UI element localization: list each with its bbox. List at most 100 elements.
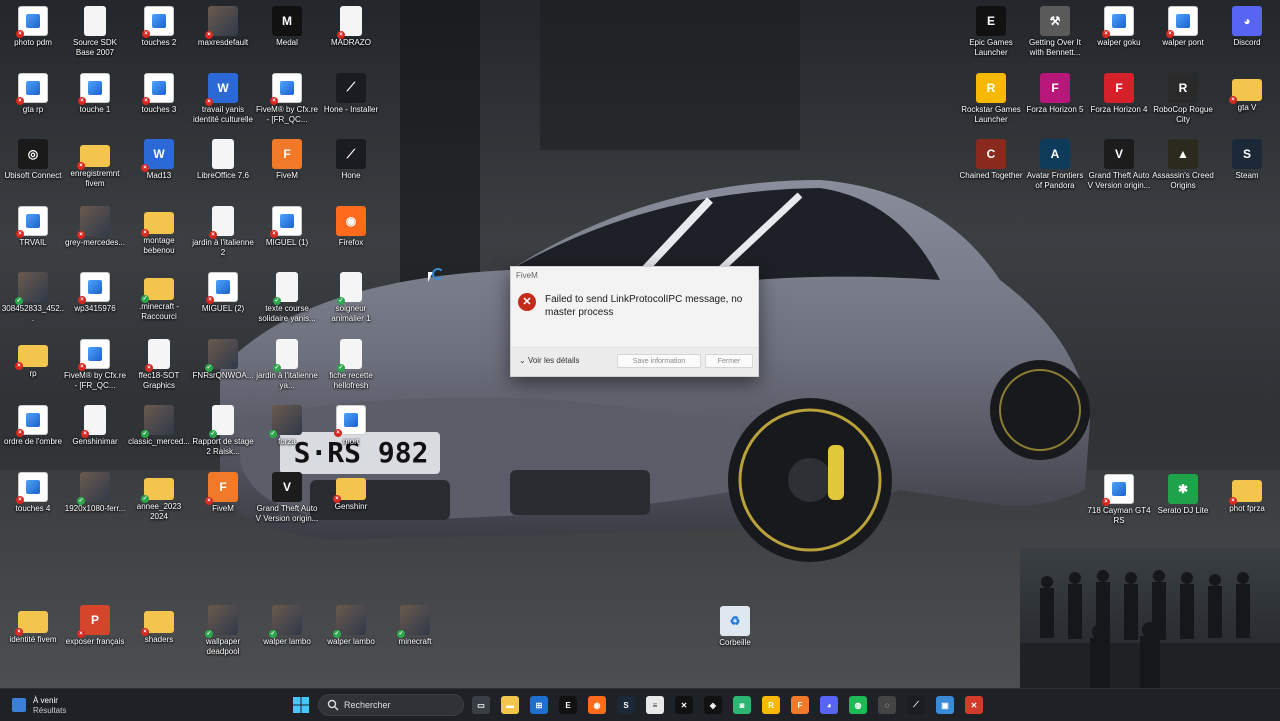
desktop-icon-ordre-de-l-ombre[interactable]: × ordre de l'ombre [0, 401, 66, 465]
taskbar-firefox-icon[interactable]: ◉ [588, 696, 606, 714]
desktop-icon-exposer-fran-ais[interactable]: P × exposer français [62, 601, 128, 665]
desktop-icon-genshinr[interactable]: × Genshinr [318, 468, 384, 532]
desktop-icon-label: MIGUEL (2) [201, 304, 245, 313]
desktop-icon-miguel-1[interactable]: × MIGUEL (1) [254, 202, 320, 266]
taskbar-steam-icon[interactable]: S [617, 696, 635, 714]
desktop-icon-mort[interactable]: × mort [318, 401, 384, 465]
desktop-icon-touche-1[interactable]: × touche 1 [62, 69, 128, 133]
desktop-icon-phot-fprza[interactable]: × phot fprza [1214, 470, 1280, 534]
desktop-icon-medal[interactable]: M Medal [254, 2, 320, 66]
desktop-icon-1920x1080-ferr[interactable]: ✓ 1920x1080-ferr... [62, 468, 128, 532]
taskbar-photos-icon[interactable]: ▣ [936, 696, 954, 714]
taskbar-epic-icon[interactable]: E [559, 696, 577, 714]
desktop-icon-soigneur-animalier-1[interactable]: ✓ soigneur animalier 1 [318, 268, 384, 332]
desktop-icon-grey-mercedes[interactable]: × grey-mercedes... [62, 202, 128, 266]
desktop-icon-fiche-recette-hellofresh[interactable]: ✓ fiche recette hellofresh [318, 335, 384, 399]
desktop-icon-assassin-s-creed-origins[interactable]: ▲ Assassin's Creed Origins [1150, 135, 1216, 199]
desktop-icon-avatar-frontiers-of-pandora[interactable]: A Avatar Frontiers of Pandora [1022, 135, 1088, 199]
save-information-button[interactable]: Save information [617, 354, 701, 368]
desktop-icon-ffec18-sot-graphics[interactable]: × ffec18-SOT Graphics [126, 335, 192, 399]
desktop-icon-photo-pdm[interactable]: × photo pdm [0, 2, 66, 66]
desktop-icon-hone[interactable]: ⟋ Hone [318, 135, 384, 199]
taskbar-task-view-icon[interactable]: ▭ [472, 696, 490, 714]
desktop-icon-texte-course-solidaire-yanis[interactable]: ✓ texte course solidaire yanis... [254, 268, 320, 332]
desktop-icon-montage-bebenou[interactable]: × montage bebenou [126, 202, 192, 266]
desktop-icon-308452833-452[interactable]: ✓ 308452833_452... [0, 268, 66, 332]
desktop-icon-shaders[interactable]: × shaders [126, 601, 192, 665]
desktop-icon-classic-merced[interactable]: ✓ classic_merced... [126, 401, 192, 465]
taskbar-store-icon[interactable]: ⊞ [530, 696, 548, 714]
desktop-icon-maxresdefault[interactable]: × maxresdefault [190, 2, 256, 66]
desktop-icon-robocop-rogue-city[interactable]: R RoboCop Rogue City [1150, 69, 1216, 133]
desktop-icon-718-cayman-gt4-rs[interactable]: × 718 Cayman GT4 RS [1086, 470, 1152, 534]
taskbar-spotify-icon[interactable]: ◍ [849, 696, 867, 714]
show-details-toggle[interactable]: ⌄ Voir les détails [519, 356, 580, 365]
desktop-icon-fnrsrqnwoa[interactable]: ✓ FNRsrQNWOA... [190, 335, 256, 399]
desktop-icon-mad13[interactable]: W × Mad13 [126, 135, 192, 199]
desktop-icon-walper-goku[interactable]: × walper goku [1086, 2, 1152, 66]
desktop-icon-chained-together[interactable]: C Chained Together [958, 135, 1024, 199]
desktop-icon-genshinimar[interactable]: × Genshinimar [62, 401, 128, 465]
desktop-icon-touches-3[interactable]: × touches 3 [126, 69, 192, 133]
desktop-icon-fivem-by-cfx-re-fr-qc[interactable]: × FiveM® by Cfx.re - [FR_QC... [62, 335, 128, 399]
widgets-button[interactable]: À venir Résultats [8, 694, 98, 718]
taskbar-search[interactable]: Rechercher [318, 694, 464, 716]
taskbar-discord-icon[interactable]: ◕ [820, 696, 838, 714]
desktop-icon-fivem[interactable]: F × FiveM [190, 468, 256, 532]
desktop-icon-madrazo[interactable]: × MADRAZO [318, 2, 384, 66]
desktop-icon-minecraft-raccourci[interactable]: ✓ .minecraft - Raccourci [126, 268, 192, 332]
desktop-icon-travail-yanis-identit-culturelle[interactable]: W × travail yanis identité culturelle [190, 69, 256, 133]
desktop-icon-libreoffice-7-6[interactable]: LibreOffice 7.6 [190, 135, 256, 199]
taskbar-fivem-err-icon[interactable]: ✕ [965, 696, 983, 714]
desktop-icon-grand-theft-auto-v-version-origin[interactable]: V Grand Theft Auto V Version origin... [254, 468, 320, 532]
desktop-icon-walper-lambo[interactable]: ✓ walper lambo [254, 601, 320, 665]
desktop-icon-gta-rp[interactable]: × gta rp [0, 69, 66, 133]
desktop-icon-forza-horizon-5[interactable]: F Forza Horizon 5 [1022, 69, 1088, 133]
desktop-icon-steam[interactable]: S Steam [1214, 135, 1280, 199]
taskbar-fivem-tb-icon[interactable]: F [791, 696, 809, 714]
taskbar-hone2-icon[interactable]: ⟋ [907, 696, 925, 714]
taskbar-rockstar-icon[interactable]: R [762, 696, 780, 714]
desktop-icon-wallpaper-deadpool[interactable]: ✓ wallpaper deadpool [190, 601, 256, 665]
taskbar-notepad-icon[interactable]: ≡ [646, 696, 664, 714]
desktop-icon-fivem-by-cfx-re-fr-qc[interactable]: × FiveM® by Cfx.re - [FR_QC... [254, 69, 320, 133]
desktop-icon-epic-games-launcher[interactable]: E Epic Games Launcher [958, 2, 1024, 66]
desktop-icon-getting-over-it-with-bennett[interactable]: ⚒ Getting Over It with Bennett... [1022, 2, 1088, 66]
taskbar-cfx-icon[interactable]: ✕ [675, 696, 693, 714]
show-details-label: Voir les détails [527, 356, 580, 365]
desktop-icon-identit-fivem[interactable]: × identité fivem [0, 601, 66, 665]
desktop-icon-firefox[interactable]: ◉ Firefox [318, 202, 384, 266]
taskbar-file-explorer-icon[interactable]: ▬ [501, 696, 519, 714]
taskbar-hone-tb-icon[interactable]: ◙ [733, 696, 751, 714]
desktop-icon-rockstar-games-launcher[interactable]: R Rockstar Games Launcher [958, 69, 1024, 133]
desktop-icon-jardin-l-italienne-2[interactable]: × jardin à l'italienne 2 [190, 202, 256, 266]
desktop-icon-rp[interactable]: × rp [0, 335, 66, 399]
desktop-icon-corbeille[interactable]: ♻ Corbeille [702, 602, 768, 666]
desktop-icon-serato-dj-lite[interactable]: ✱ Serato DJ Lite [1150, 470, 1216, 534]
close-button[interactable]: Fermer [705, 354, 753, 368]
desktop-icon-annee-2023-2024[interactable]: ✓ annee_2023 2024 [126, 468, 192, 532]
desktop-icon-minecraft[interactable]: ✓ minecraft [382, 601, 448, 665]
desktop-icon-fivem[interactable]: F FiveM [254, 135, 320, 199]
taskbar-xbox-icon[interactable]: ◈ [704, 696, 722, 714]
desktop-icon-wp3415976[interactable]: × wp3415976 [62, 268, 128, 332]
desktop-icon-forza-horizon-4[interactable]: F Forza Horizon 4 [1086, 69, 1152, 133]
desktop-icon-enregistremnt-fivem[interactable]: × enregistremnt fivem [62, 135, 128, 199]
desktop-icon-touches-4[interactable]: × touches 4 [0, 468, 66, 532]
desktop-icon-jardin-l-italienne-ya[interactable]: ✓ jardin à l'italienne ya... [254, 335, 320, 399]
desktop-icon-gta-v[interactable]: × gta V [1214, 69, 1280, 133]
desktop-icon-forza[interactable]: ✓ forza [254, 401, 320, 465]
desktop-icon-grand-theft-auto-v-version-origin[interactable]: V Grand Theft Auto V Version origin... [1086, 135, 1152, 199]
desktop-icon-miguel-2[interactable]: × MIGUEL (2) [190, 268, 256, 332]
desktop-icon-walper-lambo[interactable]: ✓ walper lambo [318, 601, 384, 665]
desktop-icon-trvail[interactable]: × TRVAIL [0, 202, 66, 266]
desktop-icon-touches-2[interactable]: × touches 2 [126, 2, 192, 66]
desktop-icon-source-sdk-base-2007[interactable]: Source SDK Base 2007 [62, 2, 128, 66]
desktop-icon-discord[interactable]: ◕ Discord [1214, 2, 1280, 66]
desktop-icon-walper-pont[interactable]: × walper pont [1150, 2, 1216, 66]
taskbar-chrome-icon[interactable]: ◌ [878, 696, 896, 714]
desktop-icon-rapport-de-stage-2-raisk[interactable]: ✓ Rapport de stage 2 Raisk... [190, 401, 256, 465]
desktop-icon-hone-installer[interactable]: ⟋ Hone - Installer [318, 69, 384, 133]
desktop-icon-ubisoft-connect[interactable]: ◎ Ubisoft Connect [0, 135, 66, 199]
start-button[interactable] [292, 696, 310, 714]
